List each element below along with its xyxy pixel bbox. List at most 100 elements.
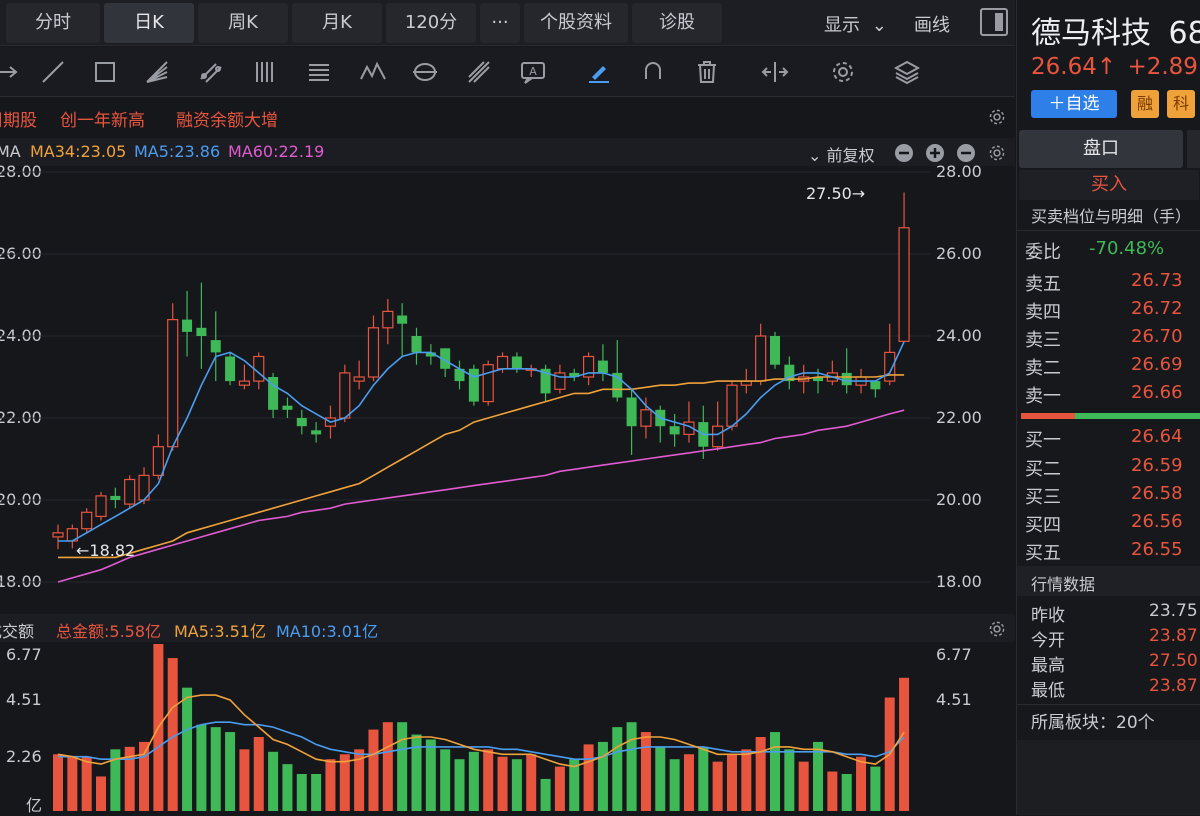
volume-settings-gear-icon[interactable] xyxy=(986,618,1008,640)
candle-body xyxy=(669,426,680,435)
candle-body xyxy=(367,327,380,378)
candle-down xyxy=(626,389,637,455)
volume-chart[interactable] xyxy=(0,644,930,814)
arrow-tool-icon[interactable] xyxy=(0,57,22,87)
volume-bar-up xyxy=(712,761,723,811)
candle-body xyxy=(597,360,608,373)
wave-tool-icon[interactable] xyxy=(358,57,388,87)
tag-year-high[interactable]: 创一年新高 xyxy=(60,106,145,131)
next-tab-button[interactable] xyxy=(1187,130,1200,168)
ask-level-price[interactable]: 26.69 xyxy=(1131,354,1183,375)
adjust-dropdown[interactable]: ⌄ 前复权 xyxy=(808,142,875,166)
rectangle-tool-icon[interactable] xyxy=(90,57,120,87)
ask-level-price[interactable]: 26.66 xyxy=(1131,382,1183,403)
tag-margin-increase[interactable]: 融资余额大增 xyxy=(176,106,278,131)
ask-level-price[interactable]: 26.72 xyxy=(1131,298,1183,319)
candle-down xyxy=(784,356,795,390)
draw-line-button[interactable]: 画线 xyxy=(914,11,950,37)
tab-order-book[interactable]: 盘口 xyxy=(1019,130,1183,168)
volume-bar-up xyxy=(856,756,867,811)
volume-prefix: 成交额 xyxy=(0,622,35,641)
line-tool-icon[interactable] xyxy=(38,57,68,87)
bid-level-price[interactable]: 26.64 xyxy=(1131,426,1183,447)
candle-down xyxy=(210,311,221,382)
trash-icon[interactable] xyxy=(692,57,722,87)
expand-horizontal-icon[interactable] xyxy=(760,57,790,87)
volume-bar-up xyxy=(67,756,78,811)
plus-circle-icon[interactable] xyxy=(925,143,945,163)
volume-bars xyxy=(53,644,910,811)
volume-bar-down xyxy=(655,746,666,811)
quote-panel: 德马科技 68 26.64↑ +2.89 ＋自选 融 科 盘口 买入 买卖档位与… xyxy=(1016,0,1200,815)
text-block-tool-icon[interactable] xyxy=(304,57,334,87)
add-watchlist-button[interactable]: ＋自选 xyxy=(1031,90,1117,118)
candle-body xyxy=(95,495,107,517)
volume-bar-up xyxy=(726,754,737,811)
sector-count[interactable]: 所属板块：20个 xyxy=(1031,708,1155,733)
volume-bar-up xyxy=(96,776,107,811)
candle-up xyxy=(138,467,150,505)
ma-settings-gear-icon[interactable] xyxy=(986,142,1008,164)
candle-body xyxy=(770,336,780,365)
candle-up xyxy=(95,491,107,521)
stock-code: 68 xyxy=(1168,16,1200,51)
ask-level-label: 卖四 xyxy=(1025,302,1061,323)
highlighter-icon[interactable] xyxy=(584,57,614,87)
annotation-tool-icon[interactable]: A xyxy=(518,57,548,87)
buy-button[interactable]: 买入 xyxy=(1019,170,1199,200)
magnet-icon[interactable] xyxy=(638,57,668,87)
candle-up xyxy=(712,401,724,451)
layers-icon[interactable] xyxy=(892,57,922,87)
panel-toggle-icon[interactable] xyxy=(980,8,1008,36)
display-dropdown[interactable]: 显示 ⌄ xyxy=(824,11,887,37)
candle-body xyxy=(755,335,767,382)
volume-bar-down xyxy=(841,773,852,811)
volume-bar-up xyxy=(554,766,565,811)
candle-down xyxy=(196,282,207,369)
toolbar-settings-gear-icon[interactable] xyxy=(828,57,858,87)
market-row-label: 最低 xyxy=(1031,681,1065,701)
bid-level-price[interactable]: 26.55 xyxy=(1131,539,1183,560)
ask-level-price[interactable]: 26.70 xyxy=(1131,326,1183,347)
tab-weekly-k[interactable]: 周K xyxy=(198,3,288,43)
tab-stock-profile[interactable]: 个股资料 xyxy=(524,3,628,43)
candle-down xyxy=(612,340,623,402)
vertical-lines-tool-icon[interactable] xyxy=(250,57,280,87)
volume-bar-down xyxy=(468,751,479,811)
market-row-value: 23.75 xyxy=(1149,601,1198,621)
volume-bar-down xyxy=(296,773,307,811)
bid-level-price[interactable]: 26.59 xyxy=(1131,455,1183,476)
tab-daily-k[interactable]: 日K xyxy=(104,3,194,43)
candle-up xyxy=(755,323,767,386)
candle-body xyxy=(397,315,408,324)
candle-body xyxy=(311,430,322,435)
candle-down xyxy=(841,348,852,394)
high-price-marker: 27.50→ xyxy=(806,184,866,203)
more-tabs-button[interactable]: ··· xyxy=(480,3,520,43)
tags-settings-gear-icon[interactable] xyxy=(986,106,1008,128)
cycle-tool-icon[interactable] xyxy=(410,57,440,87)
gann-tool-icon[interactable] xyxy=(464,57,494,87)
ask-level-price[interactable]: 26.73 xyxy=(1131,270,1183,291)
fan-tool-icon[interactable] xyxy=(142,57,172,87)
bid-level-price[interactable]: 26.58 xyxy=(1131,483,1183,504)
tab-diagnose[interactable]: 诊股 xyxy=(632,3,722,43)
channel-tool-icon[interactable] xyxy=(196,57,226,87)
minus-circle-icon[interactable] xyxy=(956,143,976,163)
divider xyxy=(1017,704,1200,705)
market-row-label: 最高 xyxy=(1031,656,1065,676)
volume-bar-up xyxy=(239,749,250,811)
tab-timeshare[interactable]: 分时 xyxy=(6,3,100,43)
candle-body xyxy=(152,446,164,477)
price-tick: 28.00 xyxy=(936,162,982,181)
candle-up xyxy=(582,352,595,386)
bid-level-price[interactable]: 26.56 xyxy=(1131,511,1183,532)
tab-120min[interactable]: 120分 xyxy=(386,3,476,43)
tag-cyclical[interactable]: 周期股 xyxy=(0,106,37,131)
candle-body xyxy=(841,372,852,386)
volume-bar-up xyxy=(640,732,651,811)
tab-monthly-k[interactable]: 月K xyxy=(292,3,382,43)
bid-ask-ratio-bar xyxy=(1021,413,1200,419)
candlestick-chart[interactable] xyxy=(0,166,930,612)
minus-circle-icon[interactable] xyxy=(894,143,914,163)
